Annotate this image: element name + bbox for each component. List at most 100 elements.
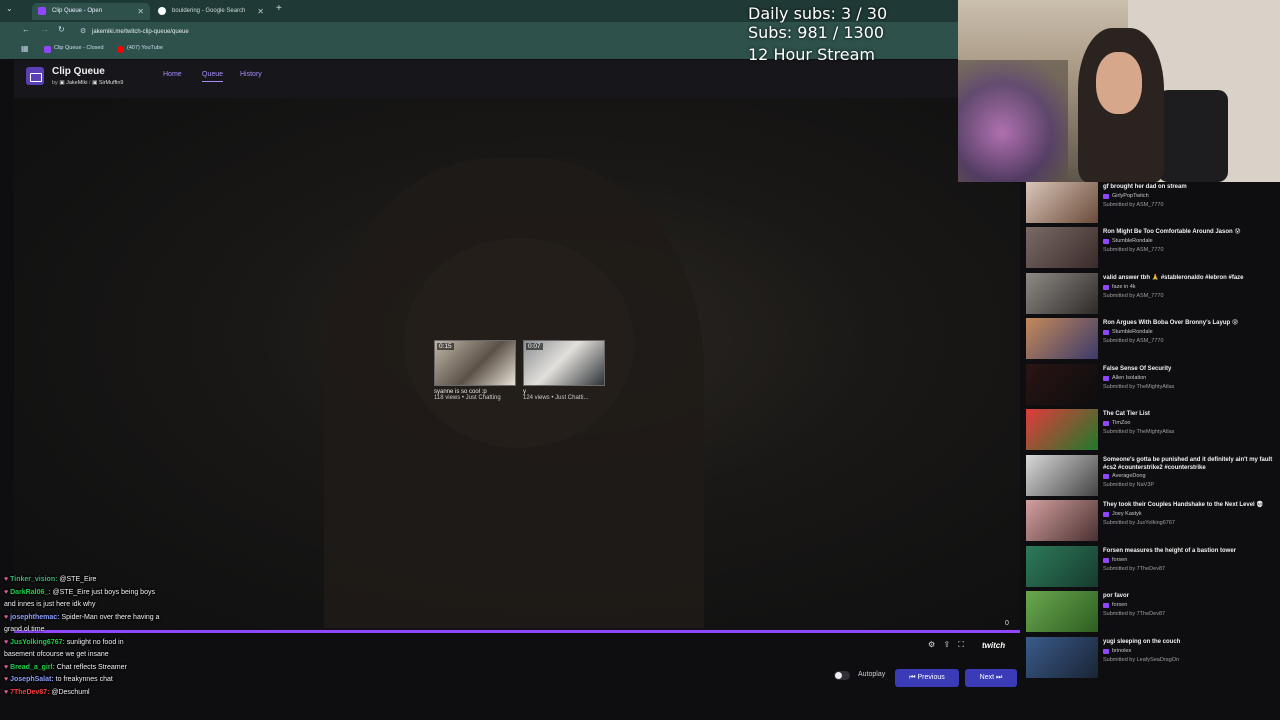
queue-item-submitter: Submitted by TheMightyAtlas bbox=[1103, 383, 1175, 390]
chat-text: sunlight no food in bbox=[66, 638, 124, 646]
player-controls: ⚙ ⇪ ⛶ bbox=[928, 640, 964, 654]
share-icon[interactable]: ⇪ bbox=[943, 640, 950, 649]
recommended-clip-card[interactable]: 0:15 syanne is so cool :p 118 views • Ju… bbox=[434, 340, 516, 401]
chat-message: ♥ Tinker_vision: @STE_Eire bbox=[0, 574, 260, 587]
chat-text: @Deschuml bbox=[51, 688, 90, 696]
chat-username[interactable]: Tinker_vision: bbox=[10, 576, 59, 583]
app-title: Clip Queue bbox=[52, 66, 105, 77]
clip-queue-logo-icon[interactable] bbox=[26, 67, 44, 85]
chat-username[interactable]: 7TheDev87: bbox=[10, 689, 51, 696]
queue-item-channel: Joey Kastyk bbox=[1103, 511, 1142, 517]
chat-text: Spider-Man over there having a bbox=[61, 613, 160, 621]
queue-item-title[interactable]: Forsen measures the height of a bastion … bbox=[1103, 548, 1280, 556]
chat-username[interactable]: DarkRal06_: bbox=[10, 589, 52, 596]
nav-history[interactable]: History bbox=[240, 71, 262, 78]
queue-item-title[interactable]: False Sense Of Security bbox=[1103, 366, 1280, 374]
next-button[interactable]: Next ⏭ bbox=[965, 669, 1017, 687]
queue-item-title[interactable]: gf brought her dad on stream bbox=[1103, 184, 1280, 192]
twitch-logo[interactable]: twitch bbox=[982, 641, 1005, 650]
queue-item[interactable]: Ron Argues With Boba Over Bronny's Layup… bbox=[1026, 318, 1280, 363]
chat-username[interactable]: Bread_a_girl: bbox=[10, 664, 57, 671]
queue-item-title[interactable]: The Cat Tier List bbox=[1103, 411, 1280, 419]
queue-item-title[interactable]: They took their Couples Handshake to the… bbox=[1103, 502, 1280, 510]
recommended-clip-card[interactable]: 0:07 y 124 views • Just Chatti... bbox=[523, 340, 605, 401]
queue-item-thumbnail[interactable] bbox=[1026, 318, 1098, 359]
queue-item-submitter: Submitted by 7TheDev87 bbox=[1103, 610, 1166, 617]
site-info-icon[interactable]: ⚙ bbox=[80, 25, 86, 39]
queue-item-channel: forsen bbox=[1103, 602, 1127, 608]
queue-item[interactable]: Forsen measures the height of a bastion … bbox=[1026, 546, 1280, 591]
nav-queue[interactable]: Queue bbox=[202, 71, 224, 82]
close-tab-icon[interactable]: ✕ bbox=[257, 3, 264, 20]
queue-item[interactable]: por favor forsen Submitted by 7TheDev87 bbox=[1026, 591, 1280, 636]
queue-item[interactable]: gf brought her dad on stream GirlyPopTwit… bbox=[1026, 182, 1280, 227]
autoplay-toggle[interactable] bbox=[834, 671, 850, 680]
queue-item-title[interactable]: yugi sleeping on the couch bbox=[1103, 639, 1280, 647]
back-icon[interactable]: ← bbox=[22, 25, 30, 34]
queue-item-thumbnail[interactable] bbox=[1026, 273, 1098, 314]
settings-icon[interactable]: ⚙ bbox=[928, 640, 935, 649]
reload-icon[interactable]: ↻ bbox=[58, 25, 65, 34]
queue-item-thumbnail[interactable] bbox=[1026, 364, 1098, 405]
queue-item-thumbnail[interactable] bbox=[1026, 591, 1098, 632]
queue-item-thumbnail[interactable] bbox=[1026, 500, 1098, 541]
chat-username[interactable]: JosephSalat: bbox=[10, 676, 56, 683]
queue-item-title[interactable]: valid answer tbh 🙏 #stableronaldo #lebro… bbox=[1103, 275, 1280, 283]
subs-goal: Subs: 981 / 1300 bbox=[748, 23, 885, 42]
chat-username[interactable]: josephthemac: bbox=[10, 614, 61, 621]
queue-item[interactable]: False Sense Of Security Allen Isolation Su… bbox=[1026, 364, 1280, 409]
queue-item-thumbnail[interactable] bbox=[1026, 182, 1098, 223]
queue-item[interactable]: valid answer tbh 🙏 #stableronaldo #lebro… bbox=[1026, 273, 1280, 318]
clip-duration: 0:15 bbox=[437, 343, 454, 350]
tab-title: Clip Queue - Open bbox=[52, 8, 103, 14]
chat-text: @STE_Eire bbox=[59, 576, 97, 583]
author-link[interactable]: JakeMiki bbox=[66, 80, 87, 86]
bookmark-clip-queue[interactable]: Clip Queue - Closed bbox=[44, 45, 104, 53]
chat-message: ♥ JosephSalat: to freakynnes chat bbox=[0, 674, 260, 687]
daily-subs-goal: Daily subs: 3 / 30 bbox=[748, 4, 888, 23]
queue-item-thumbnail[interactable] bbox=[1026, 455, 1098, 496]
close-tab-icon[interactable]: ✕ bbox=[137, 3, 144, 20]
queue-item[interactable]: Ron Might Be Too Comfortable Around Jaso… bbox=[1026, 227, 1280, 272]
queue-item-title[interactable]: Ron Might Be Too Comfortable Around Jaso… bbox=[1103, 229, 1280, 237]
tab-google-search[interactable]: bouldering - Google Search ✕ bbox=[152, 3, 270, 20]
video-player[interactable]: 0:15 syanne is so cool :p 118 views • Ju… bbox=[14, 98, 1020, 630]
webcam-feed bbox=[958, 0, 1280, 182]
twitch-icon: ▣ bbox=[92, 80, 99, 86]
queue-item[interactable]: They took their Couples Handshake to the… bbox=[1026, 500, 1280, 545]
queue-item-title[interactable]: Someone's gotta be punished and it defin… bbox=[1103, 457, 1280, 472]
apps-grid-icon[interactable]: ▦ bbox=[21, 44, 29, 53]
fullscreen-icon[interactable]: ⛶ bbox=[958, 640, 964, 649]
tab-clip-queue[interactable]: Clip Queue - Open ✕ bbox=[32, 3, 150, 20]
clip-thumbnail[interactable]: 0:15 bbox=[434, 340, 516, 386]
previous-button[interactable]: ⏮ Previous bbox=[895, 669, 959, 687]
chat-text: @STE_Eire just boys being boys bbox=[52, 588, 155, 596]
chat-username[interactable]: JusYolking6767: bbox=[10, 639, 67, 646]
queue-item-thumbnail[interactable] bbox=[1026, 227, 1098, 268]
stream-overlay-goals: Daily subs: 3 / 30 Subs: 981 / 1300 12 H… bbox=[748, 4, 887, 64]
queue-item-thumbnail[interactable] bbox=[1026, 637, 1098, 678]
bookmark-youtube[interactable]: (407) YouTube bbox=[117, 45, 163, 53]
chat-text: basement ofcourse we get insane bbox=[4, 651, 109, 658]
tab-list-icon[interactable]: ⌄ bbox=[6, 4, 13, 13]
chat-message: basement ofcourse we get insane bbox=[0, 649, 260, 662]
queue-item-thumbnail[interactable] bbox=[1026, 409, 1098, 450]
queue-item[interactable]: Someone's gotta be punished and it defin… bbox=[1026, 455, 1280, 500]
youtube-icon bbox=[117, 46, 124, 53]
nav-home[interactable]: Home bbox=[163, 71, 182, 78]
queue-item[interactable]: The Cat Tier List TimZoo Submitted by TheM… bbox=[1026, 409, 1280, 454]
forward-icon[interactable]: → bbox=[41, 25, 49, 34]
webcam-chair bbox=[1158, 90, 1228, 182]
chat-message: and innes is just here idk why bbox=[0, 599, 260, 612]
new-tab-button[interactable]: + bbox=[276, 3, 282, 14]
queue-item[interactable]: yugi sleeping on the couch brinolex Submit… bbox=[1026, 637, 1280, 682]
chat-text: grand ol time bbox=[4, 626, 45, 633]
queue-item-thumbnail[interactable] bbox=[1026, 546, 1098, 587]
clip-thumbnail[interactable]: 0:07 bbox=[523, 340, 605, 386]
author-link[interactable]: SirMuffin9 bbox=[99, 80, 124, 86]
queue-item-title[interactable]: por favor bbox=[1103, 593, 1280, 601]
queue-item-submitter: Submitted by ASM_7770 bbox=[1103, 246, 1164, 253]
chat-message: ♥ josephthemac: Spider-Man over there ha… bbox=[0, 612, 260, 625]
queue-item-title[interactable]: Ron Argues With Boba Over Bronny's Layup… bbox=[1103, 320, 1280, 328]
queue-item-submitter: Submitted by JusYolking6767 bbox=[1103, 519, 1175, 526]
